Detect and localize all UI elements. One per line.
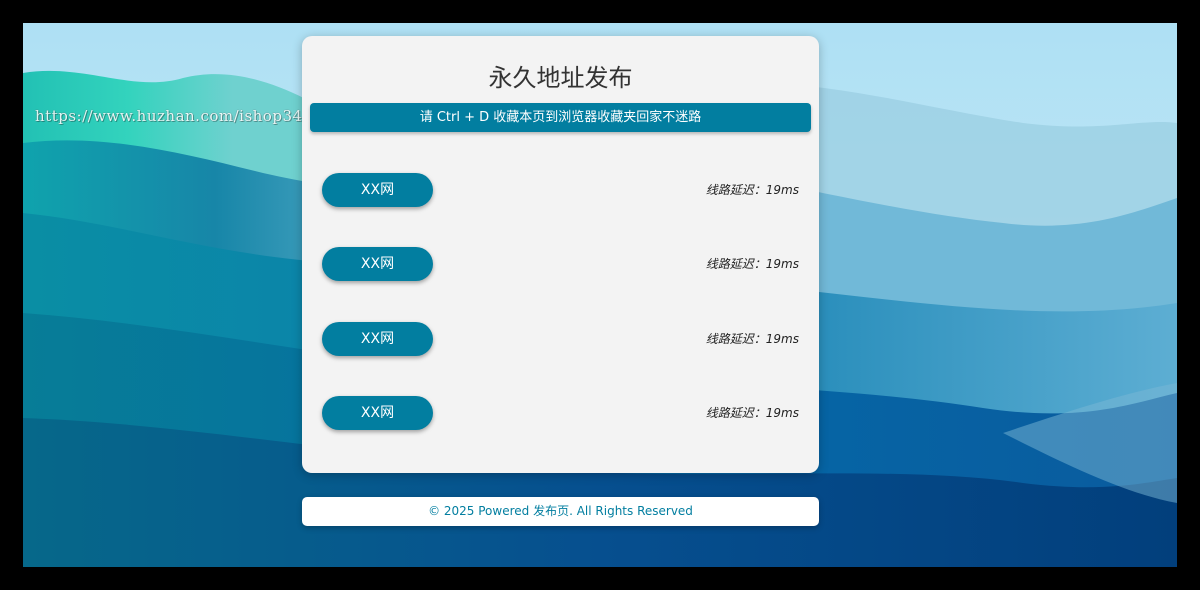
site-link-button[interactable]: XX网 xyxy=(322,322,433,356)
site-link-button[interactable]: XX网 xyxy=(322,396,433,430)
bookmark-notice: 请 Ctrl + D 收藏本页到浏览器收藏夹回家不迷路 xyxy=(310,103,811,132)
main-card: 永久地址发布 请 Ctrl + D 收藏本页到浏览器收藏夹回家不迷路 XX网 线… xyxy=(302,36,819,473)
link-row: XX网 线路延迟：19ms xyxy=(322,247,799,281)
footer: © 2025 Powered 发布页. All Rights Reserved xyxy=(302,497,819,526)
site-link-button[interactable]: XX网 xyxy=(322,173,433,207)
link-row: XX网 线路延迟：19ms xyxy=(322,396,799,430)
link-row: XX网 线路延迟：19ms xyxy=(322,322,799,356)
latency-label: 线路延迟：19ms xyxy=(705,332,799,346)
watermark-text: https://www.huzhan.com/ishop34665 xyxy=(35,107,333,125)
page-title: 永久地址发布 xyxy=(488,64,633,92)
latency-label: 线路延迟：19ms xyxy=(705,406,799,420)
latency-label: 线路延迟：19ms xyxy=(705,257,799,271)
latency-label: 线路延迟：19ms xyxy=(705,183,799,197)
site-link-button[interactable]: XX网 xyxy=(322,247,433,281)
link-row: XX网 线路延迟：19ms xyxy=(322,173,799,207)
